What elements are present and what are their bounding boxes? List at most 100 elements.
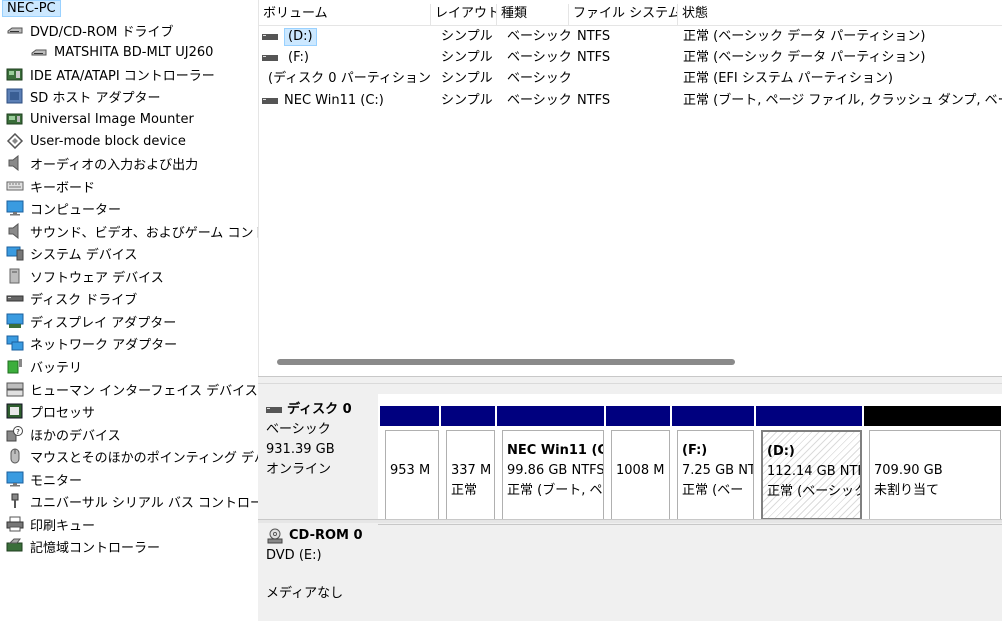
tree-item-label: マウスとそのほかのポインティング デバイス — [30, 450, 258, 466]
disk0-state: オンライン — [266, 462, 332, 477]
tree-item-label: ディスプレイ アダプター — [30, 315, 177, 331]
cdrom0-label[interactable]: CD-ROM 0 DVD (E:) メディアなし — [258, 526, 378, 621]
partition-bar — [756, 406, 862, 426]
volume-filesystem — [577, 68, 677, 90]
column-header-status[interactable]: 状態 — [678, 4, 1002, 26]
tree-item-label: MATSHITA BD-MLT UJ260 — [54, 44, 214, 60]
partition-status: 正常 — [451, 483, 478, 498]
partition-size: 953 M — [390, 463, 431, 478]
partition-status: 未割り当て — [874, 483, 940, 498]
tree-item-computer[interactable]: コンピューター — [6, 197, 121, 219]
partition-status: 正常 (ブート, ペ — [507, 483, 603, 498]
partition-d-selected[interactable]: (D:) 112.14 GB NTFS 正常 (ベーシック — [756, 406, 862, 520]
dvd-drive-icon — [7, 27, 23, 34]
pane-splitter[interactable] — [258, 376, 1002, 384]
tree-item-storage-controllers[interactable]: 記憶域コントローラー — [6, 535, 160, 557]
tree-item-label: DVD/CD-ROM ドライブ — [30, 24, 174, 40]
cdrom0-partition-area[interactable] — [378, 524, 1002, 621]
tree-item-hid[interactable]: ヒューマン インターフェイス デバイス — [6, 378, 258, 400]
tree-item-matshita-drive[interactable]: MATSHITA BD-MLT UJ260 — [30, 41, 213, 63]
partition-body: 1008 M — [611, 430, 670, 520]
tree-item-network-adapters[interactable]: ネットワーク アダプター — [6, 332, 177, 354]
usb-icon — [11, 493, 19, 508]
tree-item-system-devices[interactable]: システム デバイス — [6, 242, 137, 264]
volume-row-d[interactable]: (D:) シンプル ベーシック NTFS 正常 (ベーシック データ パーティシ… — [259, 26, 1002, 48]
hid-icon — [6, 382, 24, 397]
partition-c[interactable]: NEC Win11 (C:) 99.86 GB NTFS 正常 (ブート, ペ — [497, 406, 604, 520]
volume-status: 正常 (EFI システム パーティション) — [683, 71, 893, 86]
cdrom-icon — [267, 528, 283, 544]
horizontal-scrollbar-thumb[interactable] — [277, 359, 735, 365]
partition-bar — [864, 406, 1001, 426]
column-header-filesystem[interactable]: ファイル システム — [569, 4, 678, 26]
tree-item-audio-io[interactable]: オーディオの入力および出力 — [6, 152, 198, 174]
tree-item-mice[interactable]: マウスとそのほかのポインティング デバイス — [6, 445, 258, 467]
tree-item-batteries[interactable]: バッテリ — [6, 355, 82, 377]
volume-row-f[interactable]: (F:) シンプル ベーシック NTFS 正常 (ベーシック データ パーティシ… — [259, 47, 1002, 69]
column-header-layout[interactable]: レイアウト — [431, 4, 497, 26]
volume-filesystem: NTFS — [577, 93, 611, 108]
tree-item-usb-controllers[interactable]: ユニバーサル シリアル バス コントローラー — [6, 490, 258, 512]
tree-root-computer[interactable]: NEC-PC — [2, 0, 61, 17]
volume-type: ベーシック — [507, 71, 572, 86]
partition-bar — [380, 406, 439, 426]
tree-item-ide-controllers[interactable]: IDE ATA/ATAPI コントローラー — [6, 63, 215, 85]
tree-item-sound-video-game[interactable]: サウンド、ビデオ、およびゲーム コントローラ — [6, 220, 258, 242]
sd-host-adapter-icon — [6, 88, 23, 104]
volume-list: ボリューム レイアウト 種類 ファイル システム 状態 (D:) シンプル ベー… — [258, 0, 1002, 376]
tree-item-monitors[interactable]: モニター — [6, 468, 82, 490]
disk0-partition-area: 953 M 337 M 正常 NEC Win11 (C:) 99.86 GB N… — [378, 394, 1002, 522]
tree-item-label: SD ホスト アダプター — [30, 90, 161, 106]
volume-row-disk0-partition2[interactable]: (ディスク 0 パーティション 2) シンプル ベーシック 正常 (EFI シス… — [259, 68, 1002, 90]
volume-type: ベーシック — [507, 50, 572, 65]
disk0-size: 931.39 GB — [266, 442, 335, 457]
disk0-title: ディスク 0 — [266, 400, 378, 420]
volume-layout: シンプル — [441, 29, 493, 44]
column-header-volume[interactable]: ボリューム — [259, 4, 431, 26]
partition-body: (F:) 7.25 GB NTFS 正常 (ベー — [677, 430, 754, 520]
speaker-icon — [8, 223, 19, 239]
partition-body: NEC Win11 (C:) 99.86 GB NTFS 正常 (ブート, ペ — [502, 430, 604, 520]
partition-size: 99.86 GB NTFS — [507, 463, 604, 478]
partition-unallocated[interactable]: 709.90 GB 未割り当て — [864, 406, 1001, 520]
display-adapter-icon — [6, 313, 24, 328]
partition-3[interactable]: 1008 M — [606, 406, 670, 520]
tree-item-universal-image-mounter[interactable]: Universal Image Mounter — [6, 108, 194, 130]
block-device-icon — [6, 133, 24, 149]
partition-f[interactable]: (F:) 7.25 GB NTFS 正常 (ベー — [672, 406, 754, 520]
tree-item-label: ユニバーサル シリアル バス コントローラー — [30, 495, 258, 511]
tree-item-display-adapters[interactable]: ディスプレイ アダプター — [6, 310, 176, 332]
partition-bar — [441, 406, 495, 426]
tree-item-sd-host-adapters[interactable]: SD ホスト アダプター — [6, 85, 161, 107]
volume-filesystem: NTFS — [577, 50, 611, 65]
tree-item-processors[interactable]: プロセッサ — [6, 400, 95, 422]
volume-name: (ディスク 0 パーティション 2) — [268, 71, 432, 86]
partition-bar — [672, 406, 754, 426]
tree-item-label: オーディオの入力および出力 — [30, 157, 199, 173]
volume-icon — [262, 34, 278, 40]
volume-row-c[interactable]: NEC Win11 (C:) シンプル ベーシック NTFS 正常 (ブート, … — [259, 90, 1002, 112]
partition-0[interactable]: 953 M — [380, 406, 439, 520]
disk0-kind: ベーシック — [266, 422, 331, 437]
volume-name: (F:) — [288, 50, 309, 65]
volume-icon — [262, 98, 278, 104]
volume-name-cell: NEC Win11 (C:) — [262, 90, 432, 112]
tree-item-print-queues[interactable]: 印刷キュー — [6, 513, 95, 535]
tree-item-disk-drives[interactable]: ディスク ドライブ — [6, 287, 137, 309]
volume-status: 正常 (ブート, ページ ファイル, クラッシュ ダンプ, ベーシック デ — [683, 93, 1002, 108]
partition-status: 正常 (ベーシック — [767, 484, 862, 499]
partition-bar — [606, 406, 670, 426]
tree-item-dvd-drives[interactable]: DVD/CD-ROM ドライブ — [6, 19, 173, 41]
partition-1[interactable]: 337 M 正常 — [441, 406, 495, 520]
svg-text:?: ? — [16, 428, 20, 436]
tree-item-software-devices[interactable]: ソフトウェア デバイス — [6, 265, 164, 287]
disk0-label[interactable]: ディスク 0 ベーシック 931.39 GB オンライン — [258, 400, 378, 528]
tree-item-keyboards[interactable]: キーボード — [6, 175, 95, 197]
tree-item-user-mode-block-device[interactable]: User-mode block device — [6, 130, 186, 152]
column-header-type[interactable]: 種類 — [497, 4, 569, 26]
partition-bar — [497, 406, 604, 426]
computer-monitor-icon — [6, 471, 24, 487]
cdrom0-kind: DVD (E:) — [266, 548, 322, 563]
tree-item-other-devices[interactable]: ? ほかのデバイス — [6, 423, 121, 445]
storage-controller-icon — [6, 538, 23, 552]
